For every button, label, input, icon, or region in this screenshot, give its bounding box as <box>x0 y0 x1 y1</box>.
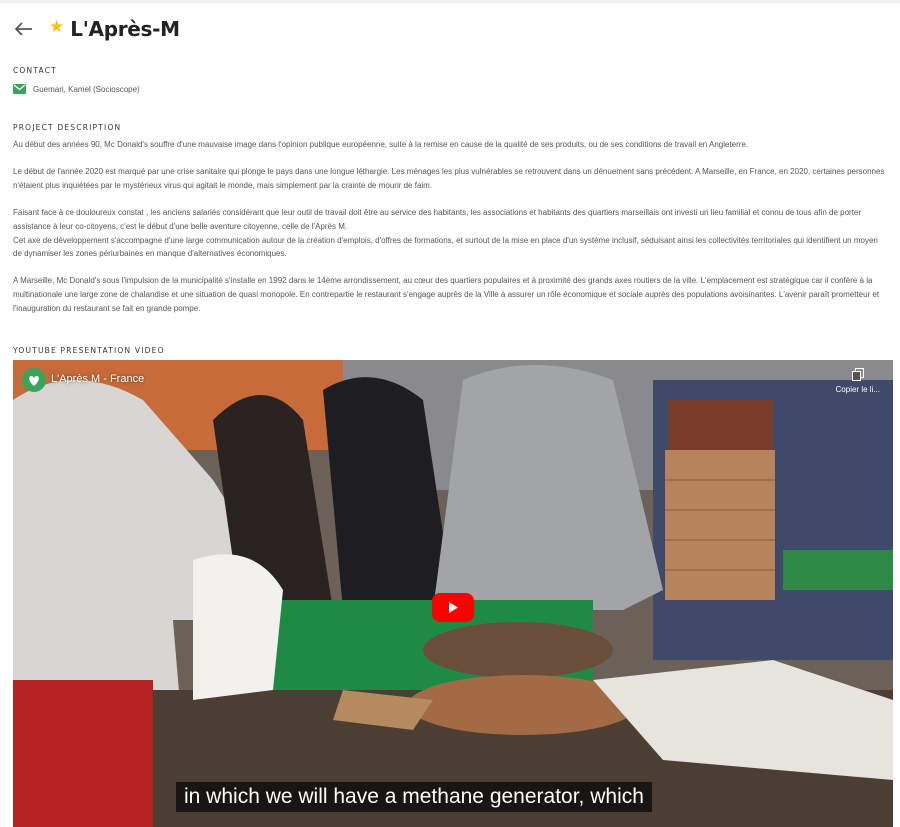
copy-link-button[interactable]: Copier le li... <box>836 368 880 394</box>
page-header: ★ L'Après-M <box>12 14 180 44</box>
video-label: YOUTUBE PRESENTATION VIDEO <box>13 346 165 355</box>
description-paragraph: Au début des années 90, Mc Donald's souf… <box>13 140 749 149</box>
channel-logo-icon[interactable] <box>22 368 46 392</box>
description-paragraph: Faisant face à ce douloureux constat , l… <box>13 208 862 231</box>
contact-label: CONTACT <box>13 66 57 75</box>
star-icon[interactable]: ★ <box>49 18 64 35</box>
youtube-video-player[interactable]: L'Après M - France Copier le li... in wh… <box>13 360 893 827</box>
copy-link-label: Copier le li... <box>835 385 880 394</box>
description-paragraph: Le début de l'année 2020 est marqué par … <box>13 167 885 190</box>
page-title: L'Après-M <box>70 17 180 41</box>
description-paragraph: Cet axe de développement s'accompagne d'… <box>13 235 878 259</box>
video-subtitle: in which we will have a methane generato… <box>176 782 652 812</box>
description-paragraph: A Marseille, Mc Donald's sous l'impulsio… <box>13 276 880 313</box>
play-button-icon[interactable] <box>432 593 474 622</box>
top-divider <box>0 0 900 3</box>
description-label: PROJECT DESCRIPTION <box>13 123 122 132</box>
contact-name[interactable]: Guemari, Kamel (Socioscope) <box>33 85 140 94</box>
project-description: Au début des années 90, Mc Donald's souf… <box>13 138 888 329</box>
contact-row: Guemari, Kamel (Socioscope) <box>13 84 140 94</box>
copy-icon <box>851 368 864 381</box>
video-title[interactable]: L'Après M - France <box>51 373 144 385</box>
back-arrow-icon[interactable] <box>12 17 36 41</box>
mail-icon <box>13 84 26 94</box>
